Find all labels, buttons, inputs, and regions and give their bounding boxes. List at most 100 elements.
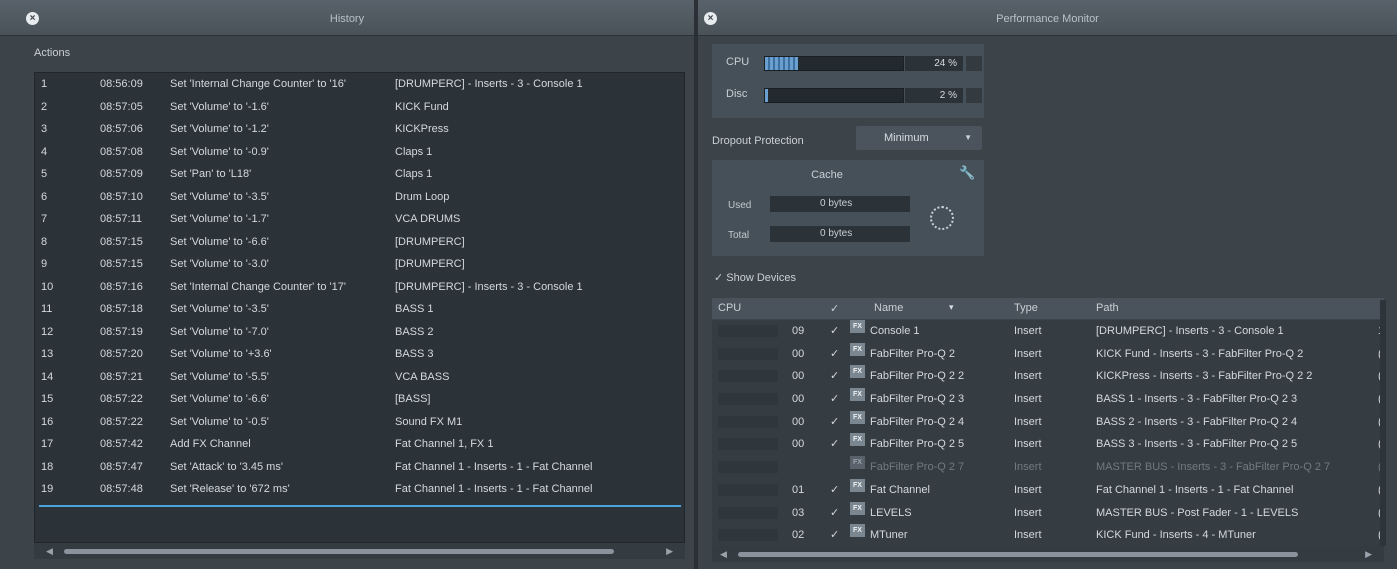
device-enabled-checkbox[interactable]: ✓ xyxy=(830,502,839,525)
cache-used-value: 0 bytes xyxy=(770,196,910,212)
row-time: 08:57:08 xyxy=(100,145,143,158)
devices-vertical-scrollbar[interactable] xyxy=(1380,300,1386,546)
scroll-left-icon[interactable]: ◀ xyxy=(46,546,53,557)
row-number: 7 xyxy=(41,213,48,225)
history-row[interactable]: 18 08:57:47 Set 'Attack' to '3.45 ms' Fat C… xyxy=(35,456,684,479)
column-enabled-checkmark-icon[interactable]: ✓ xyxy=(830,302,839,315)
history-row[interactable]: 10 08:57:16 Set 'Internal Change Counter' … xyxy=(35,276,684,299)
dropout-protection-select[interactable]: Minimum ▼ xyxy=(856,126,982,150)
loading-spinner-icon xyxy=(930,206,954,230)
history-row[interactable]: 12 08:57:19 Set 'Volume' to '-7.0' BASS 2 xyxy=(35,321,684,344)
scroll-thumb[interactable] xyxy=(64,549,614,554)
device-row[interactable]: 01 ✓ FX Fat Channel Insert Fat Channel 1 - In… xyxy=(712,478,1384,502)
device-enabled-checkbox[interactable]: ✓ xyxy=(830,365,839,388)
history-row[interactable]: 6 08:57:10 Set 'Volume' to '-3.5' Drum Loop xyxy=(35,186,684,209)
row-number: 19 xyxy=(41,483,54,495)
row-time: 08:57:09 xyxy=(100,168,143,180)
device-name: FabFilter Pro-Q 2 5 xyxy=(870,438,965,451)
history-row[interactable]: 4 08:57:08 Set 'Volume' to '-0.9' Claps 1 xyxy=(35,141,684,164)
history-row[interactable]: 19 08:57:48 Set 'Release' to '672 ms' Fat C… xyxy=(35,478,684,501)
device-row[interactable]: 09 ✓ FX Console 1 Insert [DRUMPERC] - Inserts… xyxy=(712,320,1384,343)
device-enabled-checkbox[interactable]: ✓ xyxy=(830,388,839,411)
history-row[interactable]: 7 08:57:11 Set 'Volume' to '-1.7' VCA DRUMS xyxy=(35,208,684,231)
device-enabled-checkbox[interactable]: ✓ xyxy=(830,343,839,366)
history-row[interactable]: 11 08:57:18 Set 'Volume' to '-3.5' BASS 1 xyxy=(35,298,684,321)
history-row[interactable]: 14 08:57:21 Set 'Volume' to '-5.5' VCA BASS xyxy=(35,366,684,389)
column-path[interactable]: Path xyxy=(1096,302,1119,314)
history-row[interactable]: 9 08:57:15 Set 'Volume' to '-3.0' [DRUMPERC… xyxy=(35,253,684,276)
device-cpu-meter xyxy=(718,483,778,496)
row-target: BASS 2 xyxy=(395,325,434,338)
device-cpu-meter xyxy=(718,370,778,383)
device-row[interactable]: 00 ✓ FX FabFilter Pro-Q 2 3 Insert BASS 1 - I… xyxy=(712,388,1384,411)
row-number: 10 xyxy=(41,280,54,293)
device-cpu-value: 03 xyxy=(792,506,805,519)
meters-box: CPU 24 % Disc 2 % xyxy=(712,44,984,118)
row-action: Set 'Volume' to '-1.2' xyxy=(170,123,269,135)
row-number: 17 xyxy=(41,438,54,450)
wrench-icon[interactable]: 🔧 xyxy=(959,165,975,181)
device-row[interactable]: 00 ✓ FX FabFilter Pro-Q 2 4 Insert BASS 2 - I… xyxy=(712,410,1384,434)
device-cpu-meter xyxy=(718,506,778,519)
row-target: Claps 1 xyxy=(395,168,433,180)
scroll-right-icon[interactable]: ▶ xyxy=(1365,549,1372,560)
cache-used-label: Used xyxy=(728,200,752,211)
dropout-protection-value: Minimum xyxy=(884,132,929,144)
history-row[interactable]: 5 08:57:09 Set 'Pan' to 'L18' Claps 1 xyxy=(35,163,684,186)
history-row[interactable]: 3 08:57:06 Set 'Volume' to '-1.2' KICKPress xyxy=(35,118,684,141)
disc-reset-button[interactable] xyxy=(966,88,982,103)
history-list[interactable]: 1 08:56:09 Set 'Internal Change Counter' t… xyxy=(34,72,685,543)
row-time: 08:57:15 xyxy=(100,235,143,248)
device-enabled-checkbox[interactable]: ✓ xyxy=(830,320,839,343)
device-row[interactable]: 03 ✓ FX LEVELS Insert MASTER BUS - Post Fader… xyxy=(712,501,1384,525)
device-row[interactable]: FX FabFilter Pro-Q 2 7 Insert MASTER BUS - … xyxy=(712,456,1384,479)
disc-value: 2 % xyxy=(905,88,963,103)
device-enabled-checkbox[interactable]: ✓ xyxy=(830,524,839,546)
row-action: Set 'Release' to '672 ms' xyxy=(170,483,290,495)
history-title: History xyxy=(329,13,365,25)
history-row[interactable]: 16 08:57:22 Set 'Volume' to '-0.5' Sound FX… xyxy=(35,411,684,434)
row-action: Set 'Volume' to '-3.5' xyxy=(170,303,269,315)
show-devices-toggle[interactable]: ✓ Show Devices xyxy=(714,271,796,284)
devices-scrollbar[interactable]: ◀ ▶ xyxy=(712,546,1384,562)
device-name: Console 1 xyxy=(870,325,920,337)
fx-plugin-icon: FX xyxy=(850,342,865,356)
history-scrollbar[interactable]: ◀ ▶ xyxy=(34,543,685,559)
scroll-left-icon[interactable]: ◀ xyxy=(720,549,727,560)
device-enabled-checkbox[interactable]: ✓ xyxy=(830,479,839,502)
device-enabled-checkbox[interactable]: ✓ xyxy=(830,433,839,456)
row-target: Drum Loop xyxy=(395,190,450,203)
row-number: 16 xyxy=(41,415,54,428)
history-row[interactable]: 2 08:57:05 Set 'Volume' to '-1.6' KICK Fund xyxy=(35,96,684,119)
device-row[interactable]: 00 ✓ FX FabFilter Pro-Q 2 2 Insert KICKPress … xyxy=(712,365,1384,388)
column-name[interactable]: Name xyxy=(874,302,903,314)
show-devices-label: Show Devices xyxy=(726,272,796,284)
row-time: 08:57:48 xyxy=(100,483,143,495)
device-type: Insert xyxy=(1014,483,1042,496)
history-row[interactable]: 13 08:57:20 Set 'Volume' to '+3.6' BASS 3 xyxy=(35,343,684,366)
fx-plugin-icon: FX xyxy=(850,410,865,424)
row-number: 5 xyxy=(41,168,48,180)
device-row[interactable]: 02 ✓ FX MTuner Insert KICK Fund - Inserts - 4… xyxy=(712,524,1384,546)
history-row[interactable]: 8 08:57:15 Set 'Volume' to '-6.6' [DRUMPERC… xyxy=(35,231,684,254)
history-panel: × History Actions 1 08:56:09 Set 'Internal… xyxy=(0,0,694,569)
device-path: BASS 1 - Inserts - 3 - FabFilter Pro-Q 2… xyxy=(1096,393,1298,406)
device-row[interactable]: 00 ✓ FX FabFilter Pro-Q 2 5 Insert BASS 3 - I… xyxy=(712,433,1384,456)
history-row[interactable]: 17 08:57:42 Add FX Channel Fat Channel 1, F… xyxy=(35,433,684,456)
scroll-right-icon[interactable]: ▶ xyxy=(666,546,673,557)
history-position-marker[interactable] xyxy=(39,505,681,507)
row-time: 08:57:06 xyxy=(100,123,143,135)
history-row[interactable]: 1 08:56:09 Set 'Internal Change Counter' t… xyxy=(35,73,684,96)
device-cpu-value: 00 xyxy=(792,415,805,428)
column-type[interactable]: Type xyxy=(1014,302,1038,314)
row-target: KICKPress xyxy=(395,123,449,135)
cpu-reset-button[interactable] xyxy=(966,56,982,71)
devices-list[interactable]: 09 ✓ FX Console 1 Insert [DRUMPERC] - Inserts… xyxy=(712,320,1384,546)
row-action: Set 'Volume' to '-1.7' xyxy=(170,213,269,225)
column-cpu[interactable]: CPU xyxy=(718,302,741,314)
scroll-thumb[interactable] xyxy=(738,552,1298,557)
device-row[interactable]: 00 ✓ FX FabFilter Pro-Q 2 Insert KICK Fund - … xyxy=(712,342,1384,366)
device-path: Fat Channel 1 - Inserts - 1 - Fat Channe… xyxy=(1096,483,1294,496)
history-row[interactable]: 15 08:57:22 Set 'Volume' to '-6.6' [BASS] xyxy=(35,388,684,411)
device-enabled-checkbox[interactable]: ✓ xyxy=(830,411,839,434)
